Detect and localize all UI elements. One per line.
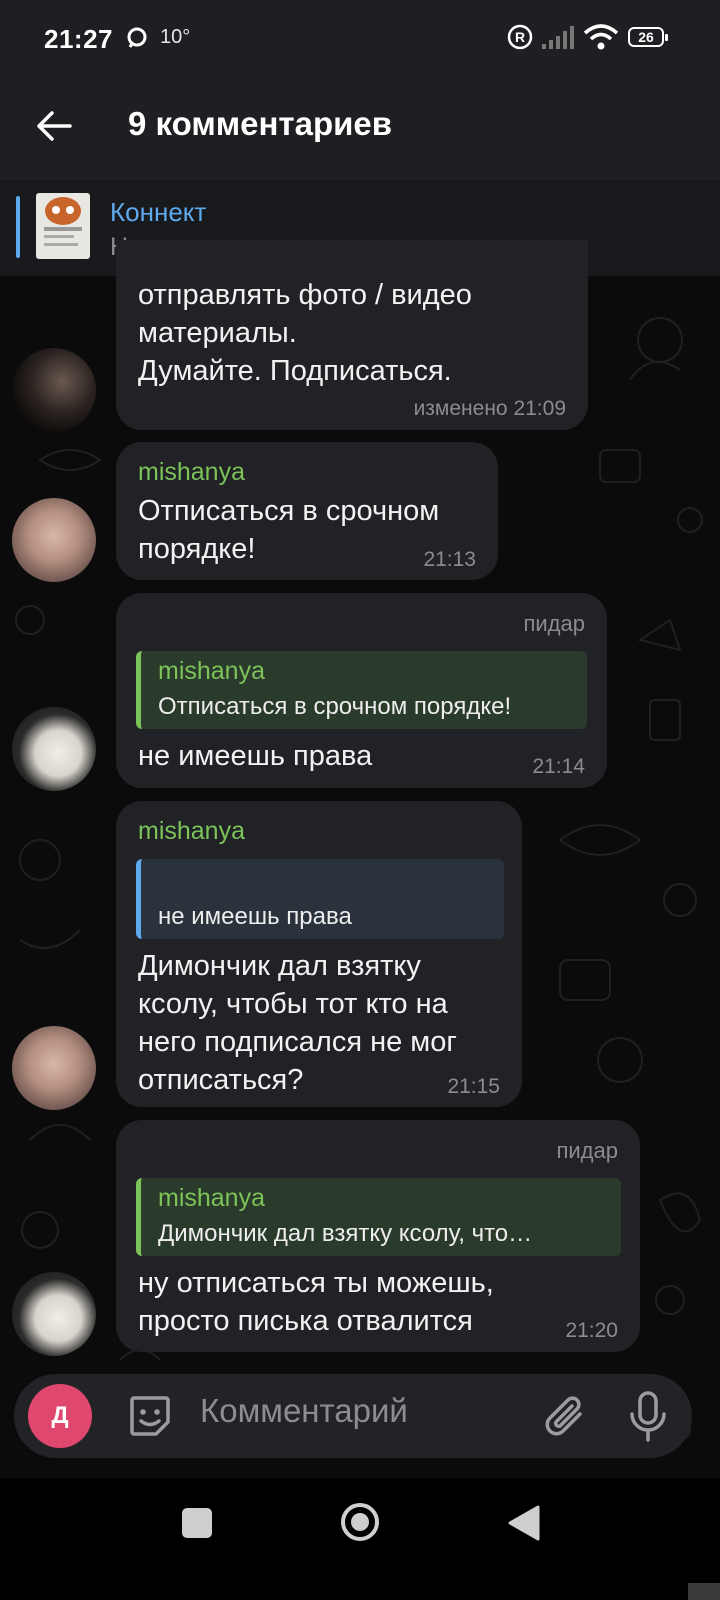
reply-quote[interactable]: mishanya Димончик дал взятку ксолу, что… (136, 1178, 621, 1256)
page-title: 9 комментариев (128, 105, 393, 142)
reply-quote[interactable]: mishanya Отписаться в срочном порядке! (136, 651, 587, 729)
avatar[interactable] (12, 707, 96, 791)
comment-input-bar: Д Комментарий (14, 1374, 692, 1458)
avatar[interactable] (12, 498, 96, 582)
quote-name: mishanya (158, 657, 265, 685)
status-temperature: 10° (160, 26, 191, 48)
send-as-avatar[interactable]: Д (28, 1384, 92, 1448)
avatar[interactable] (12, 1026, 96, 1110)
sender-name[interactable]: mishanya (138, 458, 245, 487)
avatar[interactable] (12, 1272, 96, 1356)
status-time: 21:27 (44, 24, 113, 54)
reply-quote[interactable]: не имеешь права (136, 859, 504, 939)
back-triangle-icon[interactable] (506, 1504, 540, 1542)
quote-text: Димончик дал взятку ксолу, что… (158, 1220, 533, 1247)
author-signature: пидар (556, 1138, 618, 1163)
message-text: ну отписаться ты можешь, просто писька о… (138, 1267, 494, 1337)
signal-icon (542, 26, 574, 49)
chat-notification-icon (127, 27, 147, 48)
message-time: 21:14 (532, 755, 585, 778)
message-text: не имеешь права (138, 740, 373, 772)
message-text: Димончик дал взятку ксолу, чтобы тот кто… (138, 950, 457, 1096)
microphone-icon[interactable] (628, 1390, 668, 1442)
message-bubble[interactable]: отправлять фото / видео материалы. Думай… (116, 240, 588, 430)
message-text: отправлять фото / видео материалы. Думай… (138, 279, 472, 387)
system-nav-bar (0, 1478, 720, 1600)
quote-text: не имеешь права (158, 903, 352, 930)
home-button[interactable] (339, 1501, 381, 1543)
pinned-accent-bar (16, 196, 20, 258)
message-time: изменено 21:09 (413, 397, 566, 420)
arrow-left-icon[interactable] (34, 106, 74, 146)
app-header: 9 комментариев (0, 80, 720, 180)
avatar[interactable] (12, 348, 96, 432)
svg-text:R: R (515, 29, 525, 45)
message-bubble[interactable]: пидар mishanya Димончик дал взятку ксолу… (116, 1120, 640, 1352)
message-time: 21:20 (565, 1319, 618, 1342)
wifi-icon (583, 24, 619, 50)
message-time: 21:13 (423, 548, 476, 571)
quote-text: Отписаться в срочном порядке! (158, 693, 512, 720)
pinned-thumbnail (36, 193, 90, 259)
pinned-channel-name: Коннект (110, 197, 207, 227)
message-bubble[interactable]: mishanya не имеешь права Димончик дал вз… (116, 801, 522, 1107)
sender-name[interactable]: mishanya (138, 817, 245, 846)
status-bar: 21:27 10° R 26 (0, 0, 720, 80)
comment-input[interactable]: Комментарий (200, 1392, 408, 1430)
message-bubble[interactable]: mishanya Отписаться в срочном порядке! 2… (116, 442, 498, 580)
screen-corner (688, 1583, 720, 1600)
message-text: Отписаться в срочном порядке! (138, 495, 440, 565)
sticker-icon[interactable] (126, 1392, 174, 1440)
message-bubble[interactable]: пидар mishanya Отписаться в срочном поря… (116, 593, 607, 788)
message-time: 21:15 (447, 1075, 500, 1098)
attach-icon[interactable] (542, 1392, 588, 1440)
registered-icon: R (507, 24, 533, 50)
quote-name: mishanya (158, 1184, 265, 1212)
author-signature: пидар (523, 611, 585, 636)
battery-indicator: 26 (628, 27, 668, 47)
recents-button[interactable] (182, 1508, 212, 1538)
